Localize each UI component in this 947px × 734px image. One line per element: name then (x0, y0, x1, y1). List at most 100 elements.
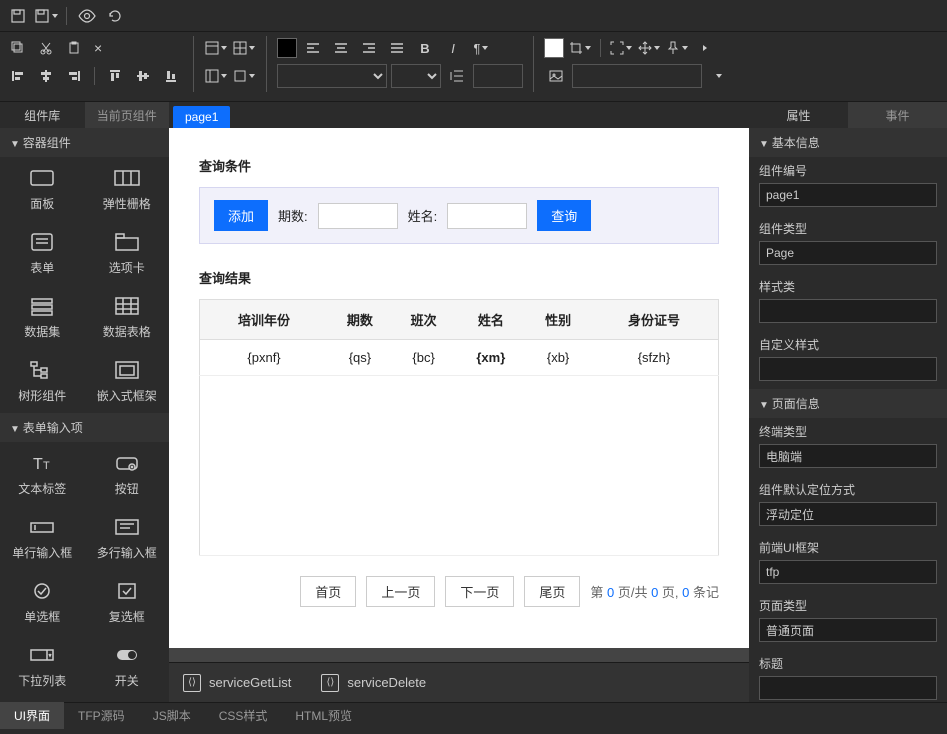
pilcrow-icon[interactable]: ¶ (469, 36, 493, 60)
page-tab-page1[interactable]: page1 (173, 106, 230, 128)
palette-item-checkbox[interactable]: 复选框 (85, 570, 170, 634)
palette-item-tt[interactable]: TT文本标签 (0, 442, 85, 506)
footer-tab-3[interactable]: CSS样式 (205, 702, 282, 729)
palette-item-button[interactable]: 按钮 (85, 442, 170, 506)
text-color-swatch[interactable] (277, 38, 297, 58)
copy-icon[interactable] (6, 36, 30, 60)
preview-icon[interactable] (75, 4, 99, 28)
line-height-input[interactable] (473, 64, 523, 88)
button-icon (113, 452, 141, 474)
align-bottom-icon[interactable] (159, 64, 183, 88)
palette-item-dataset[interactable]: 数据集 (0, 285, 85, 349)
prop-label: 终端类型 (759, 423, 937, 440)
image-path-input[interactable] (572, 64, 702, 88)
table-row[interactable]: {pxnf}{qs}{bc}{xm}{xb}{sfzh} (200, 340, 719, 376)
image-mode-icon[interactable] (706, 64, 730, 88)
delete-icon[interactable]: × (90, 40, 106, 56)
palette-item-tabs[interactable]: 选项卡 (85, 221, 170, 285)
service-bar: ⟨⟩serviceGetList ⟨⟩serviceDelete (169, 662, 749, 702)
prop-input[interactable] (759, 299, 937, 323)
prop-input[interactable] (759, 357, 937, 381)
tab-current-page-components[interactable]: 当前页组件 (85, 102, 170, 128)
tab-properties[interactable]: 属性 (749, 102, 848, 128)
column-header: 身份证号 (590, 300, 719, 340)
service-delete[interactable]: ⟨⟩serviceDelete (321, 674, 426, 692)
pager-prev-button[interactable]: 上一页 (366, 576, 435, 607)
grid-icon[interactable] (232, 36, 256, 60)
palette-inputs-header[interactable]: 表单输入项 (0, 413, 169, 442)
text-center-icon[interactable] (329, 36, 353, 60)
line-height-icon[interactable] (445, 64, 469, 88)
layout-icon[interactable] (204, 36, 228, 60)
prop-label: 样式类 (759, 278, 937, 295)
text-right-icon[interactable] (357, 36, 381, 60)
crop-icon[interactable] (568, 36, 592, 60)
service-get-list[interactable]: ⟨⟩serviceGetList (183, 674, 291, 692)
bold-icon[interactable]: B (413, 36, 437, 60)
period-input[interactable] (318, 203, 398, 229)
palette-item-flexgrid[interactable]: 弹性栅格 (85, 157, 170, 221)
more-icon[interactable] (693, 36, 717, 60)
props-page-header[interactable]: 页面信息 (749, 389, 947, 418)
palette-containers-header[interactable]: 容器组件 (0, 128, 169, 157)
cut-icon[interactable] (34, 36, 58, 60)
pager-first-button[interactable]: 首页 (300, 576, 356, 607)
bg-color-swatch[interactable] (544, 38, 564, 58)
canvas[interactable]: 查询条件 添加 期数: 姓名: 查询 查询结果 培训年份期数班次姓名性别身份证号… (169, 128, 749, 648)
prop-input[interactable] (759, 444, 937, 468)
tab-events[interactable]: 事件 (848, 102, 947, 128)
footer-tabs: UI界面TFP源码JS脚本CSS样式HTML预览 (0, 702, 947, 728)
align-middle-icon[interactable] (131, 64, 155, 88)
prop-input[interactable] (759, 560, 937, 584)
save-icon[interactable] (6, 4, 30, 28)
prop-input[interactable] (759, 502, 937, 526)
pager-last-button[interactable]: 尾页 (524, 576, 580, 607)
palette-item-radio[interactable]: 单选框 (0, 570, 85, 634)
palette-item-switch[interactable]: 开关 (85, 634, 170, 698)
horizontal-scrollbar[interactable] (169, 648, 749, 662)
text-justify-icon[interactable] (385, 36, 409, 60)
footer-tab-2[interactable]: JS脚本 (139, 702, 205, 729)
align-top-icon[interactable] (103, 64, 127, 88)
footer-tab-4[interactable]: HTML预览 (281, 702, 366, 729)
footer-tab-1[interactable]: TFP源码 (64, 702, 139, 729)
palette-item-textarea[interactable]: 多行输入框 (85, 506, 170, 570)
tab-component-library[interactable]: 组件库 (0, 102, 85, 128)
prop-input[interactable] (759, 183, 937, 207)
fullscreen-icon[interactable] (609, 36, 633, 60)
pager-next-button[interactable]: 下一页 (445, 576, 514, 607)
image-icon[interactable] (544, 64, 568, 88)
align-center-icon[interactable] (34, 64, 58, 88)
palette-item-input[interactable]: 单行输入框 (0, 506, 85, 570)
palette-item-rect[interactable]: 面板 (0, 157, 85, 221)
prop-input[interactable] (759, 676, 937, 700)
prop-input[interactable] (759, 618, 937, 642)
palette-item-select[interactable]: 下拉列表 (0, 634, 85, 698)
name-input[interactable] (447, 203, 527, 229)
save-as-icon[interactable] (34, 4, 58, 28)
align-right-icon[interactable] (62, 64, 86, 88)
layout2-icon[interactable] (204, 64, 228, 88)
palette-item-iframe[interactable]: 嵌入式框架 (85, 349, 170, 413)
refresh-icon[interactable] (103, 4, 127, 28)
prop-input[interactable] (759, 241, 937, 265)
text-left-icon[interactable] (301, 36, 325, 60)
move-icon[interactable] (637, 36, 661, 60)
pin-icon[interactable] (665, 36, 689, 60)
palette-item-grid[interactable]: 数据表格 (85, 285, 170, 349)
italic-icon[interactable]: I (441, 36, 465, 60)
footer-tab-0[interactable]: UI界面 (0, 702, 64, 729)
align-left-icon[interactable] (6, 64, 30, 88)
add-button[interactable]: 添加 (214, 200, 268, 231)
palette-item-form[interactable]: 表单 (0, 221, 85, 285)
props-basic-header[interactable]: 基本信息 (749, 128, 947, 157)
palette-item-tree[interactable]: 树形组件 (0, 349, 85, 413)
service-icon: ⟨⟩ (183, 674, 201, 692)
font-size-select[interactable] (391, 64, 441, 88)
switch-icon (113, 644, 141, 666)
box-icon[interactable] (232, 64, 256, 88)
paste-icon[interactable] (62, 36, 86, 60)
period-label: 期数: (278, 206, 308, 225)
font-family-select[interactable] (277, 64, 387, 88)
search-button[interactable]: 查询 (537, 200, 591, 231)
